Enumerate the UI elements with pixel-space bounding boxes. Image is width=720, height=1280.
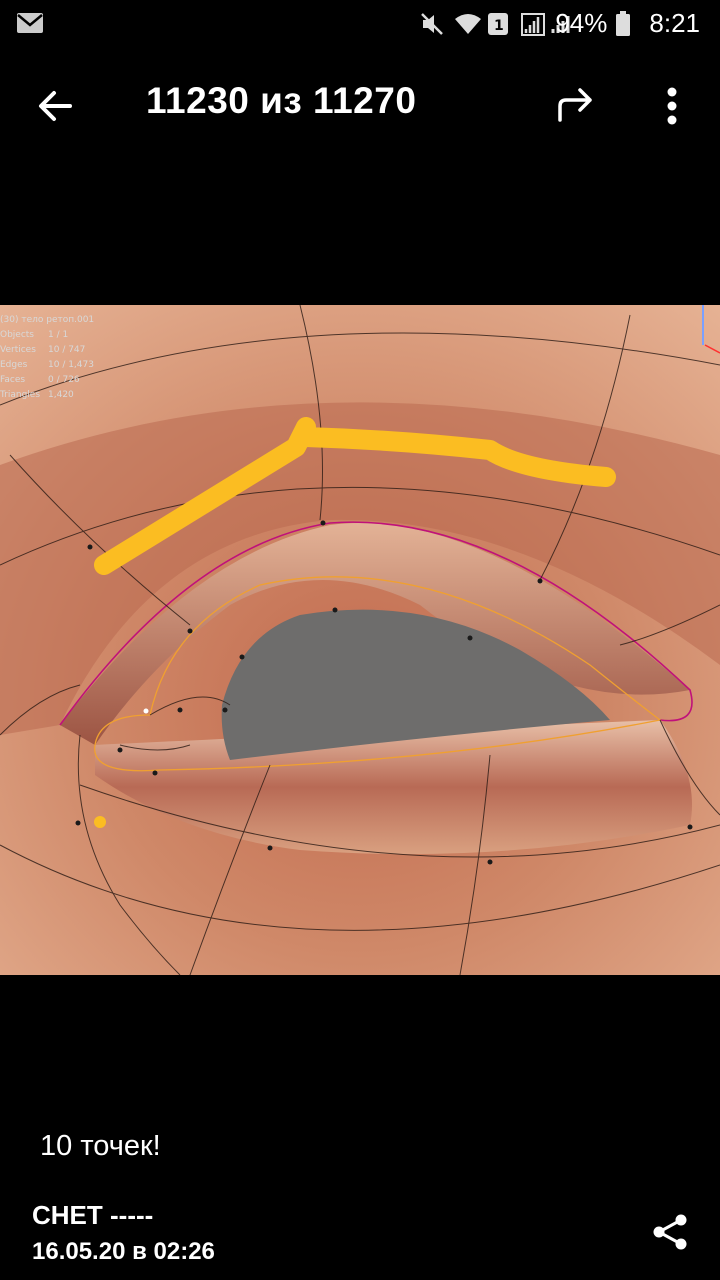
sim1-icon: 1 [487,11,513,37]
battery-icon [615,10,641,37]
stat-label: Objects [0,330,35,340]
wifi-icon [453,11,482,37]
stat-value: 1,420 [48,390,74,400]
stat-value: 0 / 726 [48,375,80,385]
stat-value: 10 / 747 [48,345,86,355]
clock: 8:21 [649,8,700,38]
forward-share-button[interactable] [552,84,598,128]
share-icon [653,1214,687,1250]
viewport-stats-overlay: (30) тело ретоп.001 Objects 1 / 1 Vertice… [0,305,94,403]
post-author[interactable]: СНЕТ ----- [32,1200,153,1231]
back-arrow-icon [39,91,72,121]
more-vert-icon [667,87,677,125]
post-caption: 10 точек! [40,1130,161,1162]
object-name: (30) тело ретоп.001 [0,315,95,325]
photo-viewer-image[interactable]: (30) тело ретоп.001 Objects 1 / 1 Vertice… [0,305,720,975]
share-forward-icon [558,88,592,122]
signal-icon [521,11,570,37]
post-date: 16.05.20 в 02:26 [32,1238,215,1265]
stat-value: 1 / 1 [48,330,69,340]
mail-icon [16,10,44,41]
share-button[interactable] [650,1212,690,1252]
stat-value: 10 / 1,473 [48,360,94,370]
stat-label: Faces [0,375,26,385]
mute-icon [419,11,445,37]
back-button[interactable] [34,84,78,128]
battery-percent: 94% [555,8,608,38]
page-title: 11230 из 11270 [146,80,417,121]
more-options-button[interactable] [656,82,688,130]
eye-mesh-image [0,305,720,975]
svg-text:1: 1 [494,18,504,34]
top-toolbar: 11230 из 11270 [0,60,720,150]
stat-label: Edges [0,360,28,370]
stat-label: Vertices [0,345,36,355]
stat-label: Triangles [0,390,41,400]
highlight-dot [94,816,106,828]
status-bar: 1 94% 8:21 [0,0,720,50]
